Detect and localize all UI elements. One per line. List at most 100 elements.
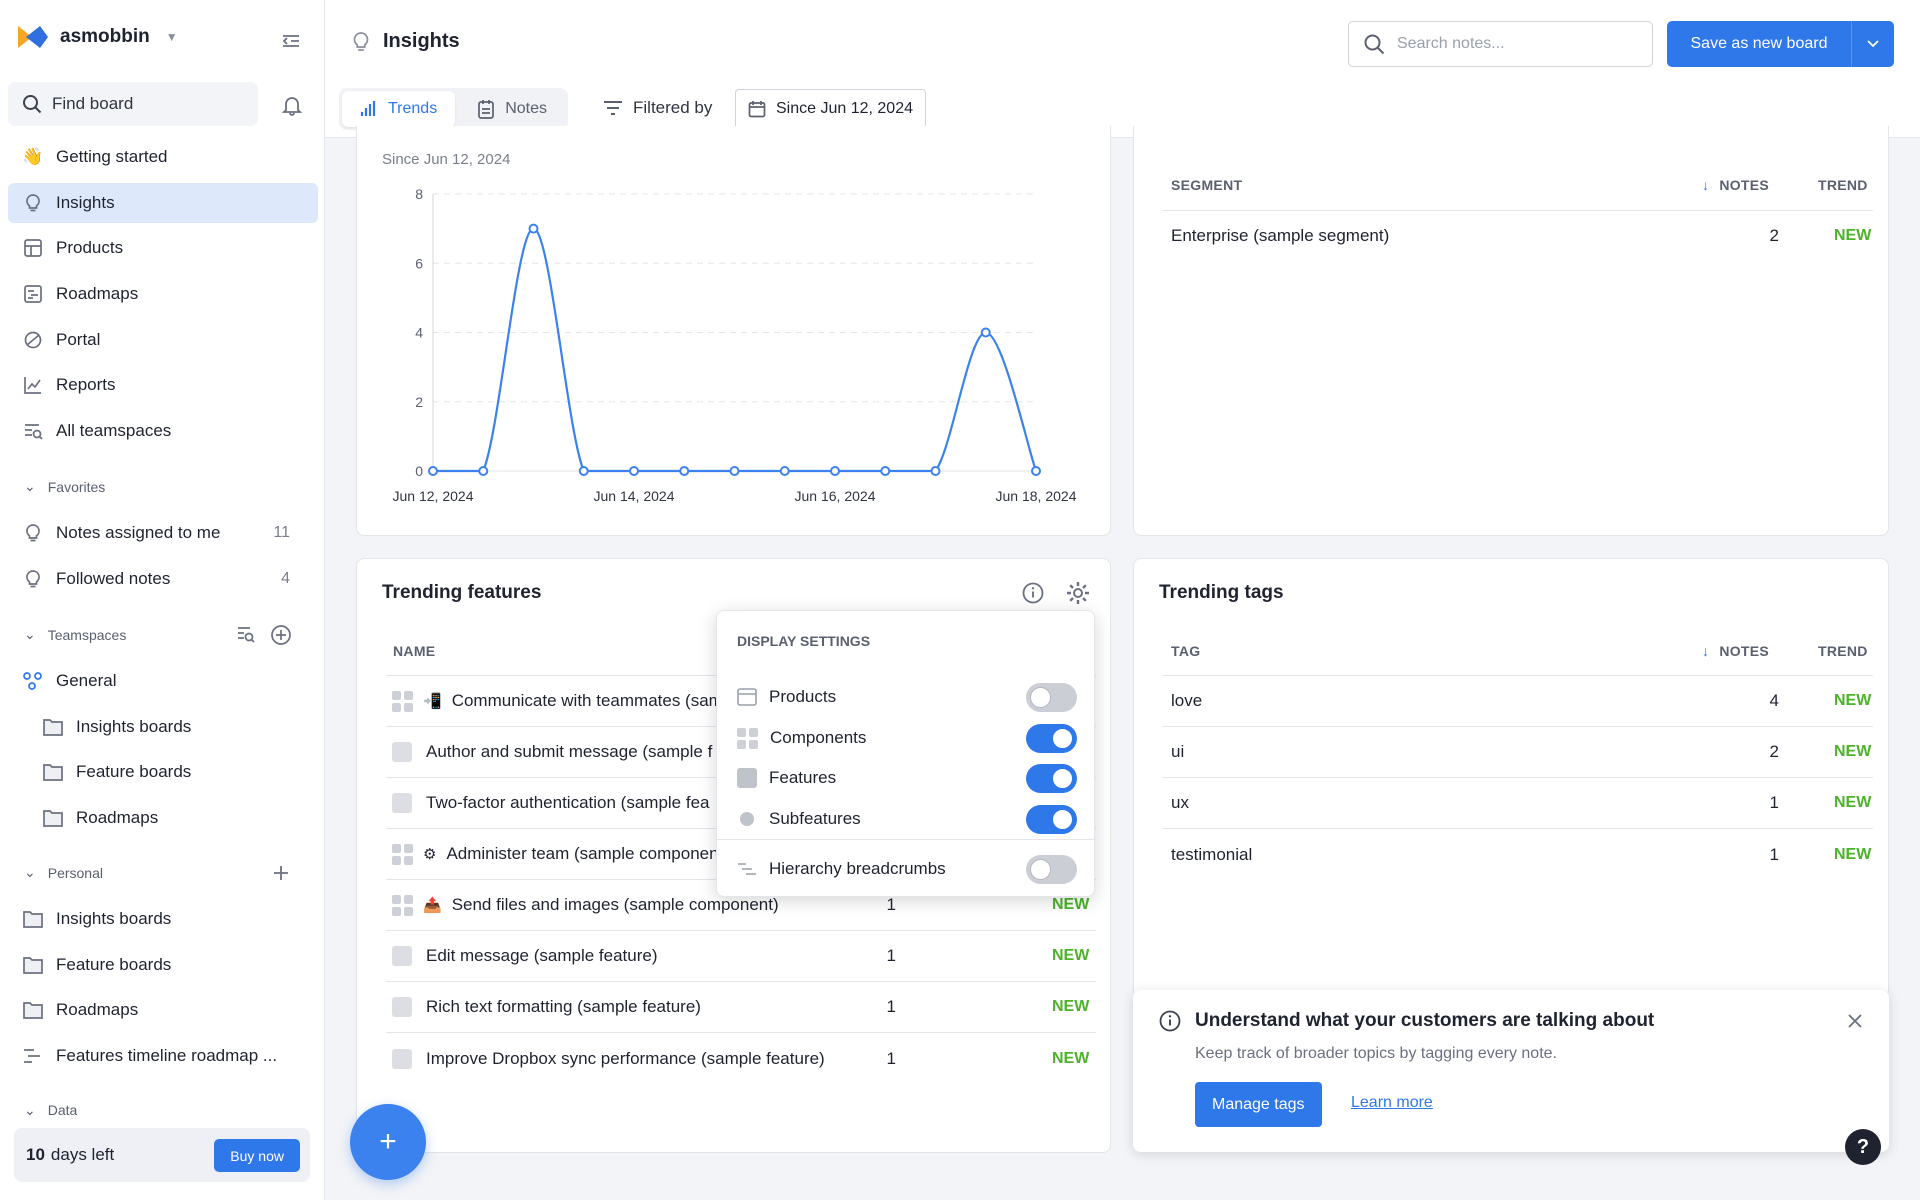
sidebar-item-general[interactable]: General <box>8 661 318 701</box>
sidebar-item-notes-assigned[interactable]: Notes assigned to me 11 <box>8 513 318 553</box>
products-icon <box>22 237 44 259</box>
favorites-title: Favorites <box>47 478 106 495</box>
sidebar-item-followed-notes[interactable]: Followed notes 4 <box>8 559 318 599</box>
sidebar-item-general-insights-boards[interactable]: Insights boards <box>28 707 318 747</box>
sidebar-item-roadmaps[interactable]: Roadmaps <box>8 274 318 314</box>
tag-notes: 4 <box>1769 691 1779 710</box>
save-options-dropdown[interactable] <box>1851 21 1894 67</box>
table-row[interactable]: Rich text formatting (sample feature) 1 NE… <box>386 982 1096 1033</box>
col-header-notes[interactable]: ↓ NOTES <box>1702 643 1769 659</box>
sidebar-item-label: Notes assigned to me <box>56 523 221 542</box>
save-as-new-board-button[interactable]: Save as new board <box>1667 21 1894 67</box>
create-fab-button[interactable]: + <box>350 1104 426 1180</box>
sidebar-item-features-timeline[interactable]: Features timeline roadmap ... <box>8 1036 318 1076</box>
sidebar-item-getting-started[interactable]: 👋 Getting started <box>8 137 318 177</box>
sidebar-item-label: Insights <box>56 193 115 212</box>
manage-tags-button[interactable]: Manage tags <box>1195 1082 1322 1127</box>
close-icon[interactable] <box>1847 1013 1863 1029</box>
tagging-tip-banner: Understand what your customers are talki… <box>1133 990 1889 1152</box>
workspace-switcher[interactable]: asmobbin ▼ <box>18 26 178 48</box>
tag-name: ui <box>1171 742 1185 761</box>
add-icon[interactable] <box>271 863 291 883</box>
y-tick-label: 8 <box>415 186 423 202</box>
add-circle-icon[interactable] <box>270 624 292 646</box>
table-row[interactable]: ux 1 NEW <box>1163 778 1873 829</box>
help-button[interactable]: ? <box>1845 1129 1881 1165</box>
table-row[interactable]: Improve Dropbox sync performance (sample… <box>386 1033 1096 1084</box>
feature-name: Send files and images (sample component) <box>451 895 779 914</box>
setting-features[interactable]: Features <box>737 763 1077 793</box>
filter-button[interactable]: Filtered by <box>603 98 712 118</box>
sidebar-item-personal-feature-boards[interactable]: Feature boards <box>8 945 318 985</box>
setting-components[interactable]: Components <box>737 723 1077 753</box>
sidebar-item-general-feature-boards[interactable]: Feature boards <box>28 752 318 792</box>
sidebar-item-reports[interactable]: Reports <box>8 365 318 405</box>
bell-icon[interactable] <box>281 94 303 116</box>
toggle-features[interactable] <box>1026 763 1077 793</box>
feature-notes: 1 <box>886 997 896 1016</box>
search-notes-field[interactable] <box>1348 21 1653 67</box>
view-tabs: Trends Notes <box>339 88 568 130</box>
sidebar-item-label: Features timeline roadmap ... <box>56 1046 278 1065</box>
calendar-icon <box>748 101 766 118</box>
sidebar-item-personal-insights-boards[interactable]: Insights boards <box>8 899 318 939</box>
search-teamspaces-icon[interactable] <box>236 624 256 644</box>
notes-icon <box>478 100 495 119</box>
folder-icon <box>22 999 44 1021</box>
toggle-subfeatures[interactable] <box>1026 804 1077 834</box>
search-icon <box>23 95 42 114</box>
favorites-section-toggle[interactable]: ⌄ Favorites <box>24 478 105 495</box>
learn-more-link[interactable]: Learn more <box>1351 1094 1433 1112</box>
table-row[interactable]: ui 2 NEW <box>1163 727 1873 778</box>
feature-icon <box>392 997 412 1017</box>
teamspaces-icon <box>22 420 44 442</box>
table-row[interactable]: Enterprise (sample segment) 2 NEW <box>1163 211 1873 261</box>
sidebar-item-personal-roadmaps[interactable]: Roadmaps <box>8 990 318 1030</box>
collapse-sidebar-icon[interactable] <box>280 30 302 52</box>
date-filter-chip[interactable]: Since Jun 12, 2024 <box>735 89 926 129</box>
sidebar-item-insights[interactable]: Insights <box>8 183 318 223</box>
setting-subfeatures[interactable]: Subfeatures <box>737 804 1077 834</box>
search-notes-input[interactable] <box>1397 35 1637 53</box>
sidebar-item-label: Insights boards <box>56 909 172 928</box>
tab-notes[interactable]: Notes <box>459 91 565 127</box>
find-board-button[interactable]: Find board <box>8 82 258 126</box>
buy-now-button[interactable]: Buy now <box>214 1139 300 1172</box>
teamspaces-section-toggle[interactable]: ⌄ Teamspaces <box>24 626 126 643</box>
sidebar-item-all-teamspaces[interactable]: All teamspaces <box>8 411 318 451</box>
data-section-toggle[interactable]: ⌄ Data <box>24 1104 77 1116</box>
chevron-down-icon: ⌄ <box>24 626 36 642</box>
page-title-text: Insights <box>383 30 460 52</box>
x-tick-label: Jun 18, 2024 <box>996 488 1077 504</box>
workspace-name: asmobbin <box>60 26 150 47</box>
col-header-name[interactable]: NAME <box>393 643 435 659</box>
personal-section-toggle[interactable]: ⌄ Personal <box>24 864 103 881</box>
filtered-by-label: Filtered by <box>633 98 713 117</box>
sidebar-item-label: All teamspaces <box>56 421 172 440</box>
sidebar-item-label: Reports <box>56 375 116 394</box>
tag-notes: 1 <box>1769 844 1779 864</box>
tab-label: Trends <box>388 100 438 117</box>
col-header-segment[interactable]: SEGMENT <box>1171 177 1242 193</box>
col-header-trend[interactable]: TREND <box>1818 177 1868 193</box>
info-icon[interactable] <box>1021 581 1045 605</box>
table-row[interactable]: love 4 NEW <box>1163 676 1873 727</box>
col-header-trend[interactable]: TREND <box>1818 643 1868 659</box>
toggle-products[interactable] <box>1026 682 1077 712</box>
trial-days: 10 <box>26 1145 45 1164</box>
toggle-hierarchy-breadcrumbs[interactable] <box>1026 854 1077 884</box>
col-header-notes[interactable]: ↓ NOTES <box>1702 177 1769 193</box>
col-header-tag[interactable]: TAG <box>1171 643 1200 659</box>
trend-badge: NEW <box>1052 947 1090 964</box>
toggle-components[interactable] <box>1026 723 1077 753</box>
sidebar-item-products[interactable]: Products <box>8 228 318 268</box>
sidebar-item-general-roadmaps[interactable]: Roadmaps <box>28 798 318 838</box>
tab-trends[interactable]: Trends <box>342 91 456 127</box>
setting-hierarchy-breadcrumbs[interactable]: Hierarchy breadcrumbs <box>737 854 1077 884</box>
sidebar-item-portal[interactable]: Portal <box>8 320 318 360</box>
trend-badge: NEW <box>1052 998 1090 1015</box>
table-row[interactable]: Edit message (sample feature) 1 NEW <box>386 931 1096 982</box>
table-row[interactable]: testimonial 1 NEW <box>1163 829 1873 880</box>
gear-icon[interactable] <box>1065 580 1091 606</box>
setting-products[interactable]: Products <box>737 682 1077 712</box>
